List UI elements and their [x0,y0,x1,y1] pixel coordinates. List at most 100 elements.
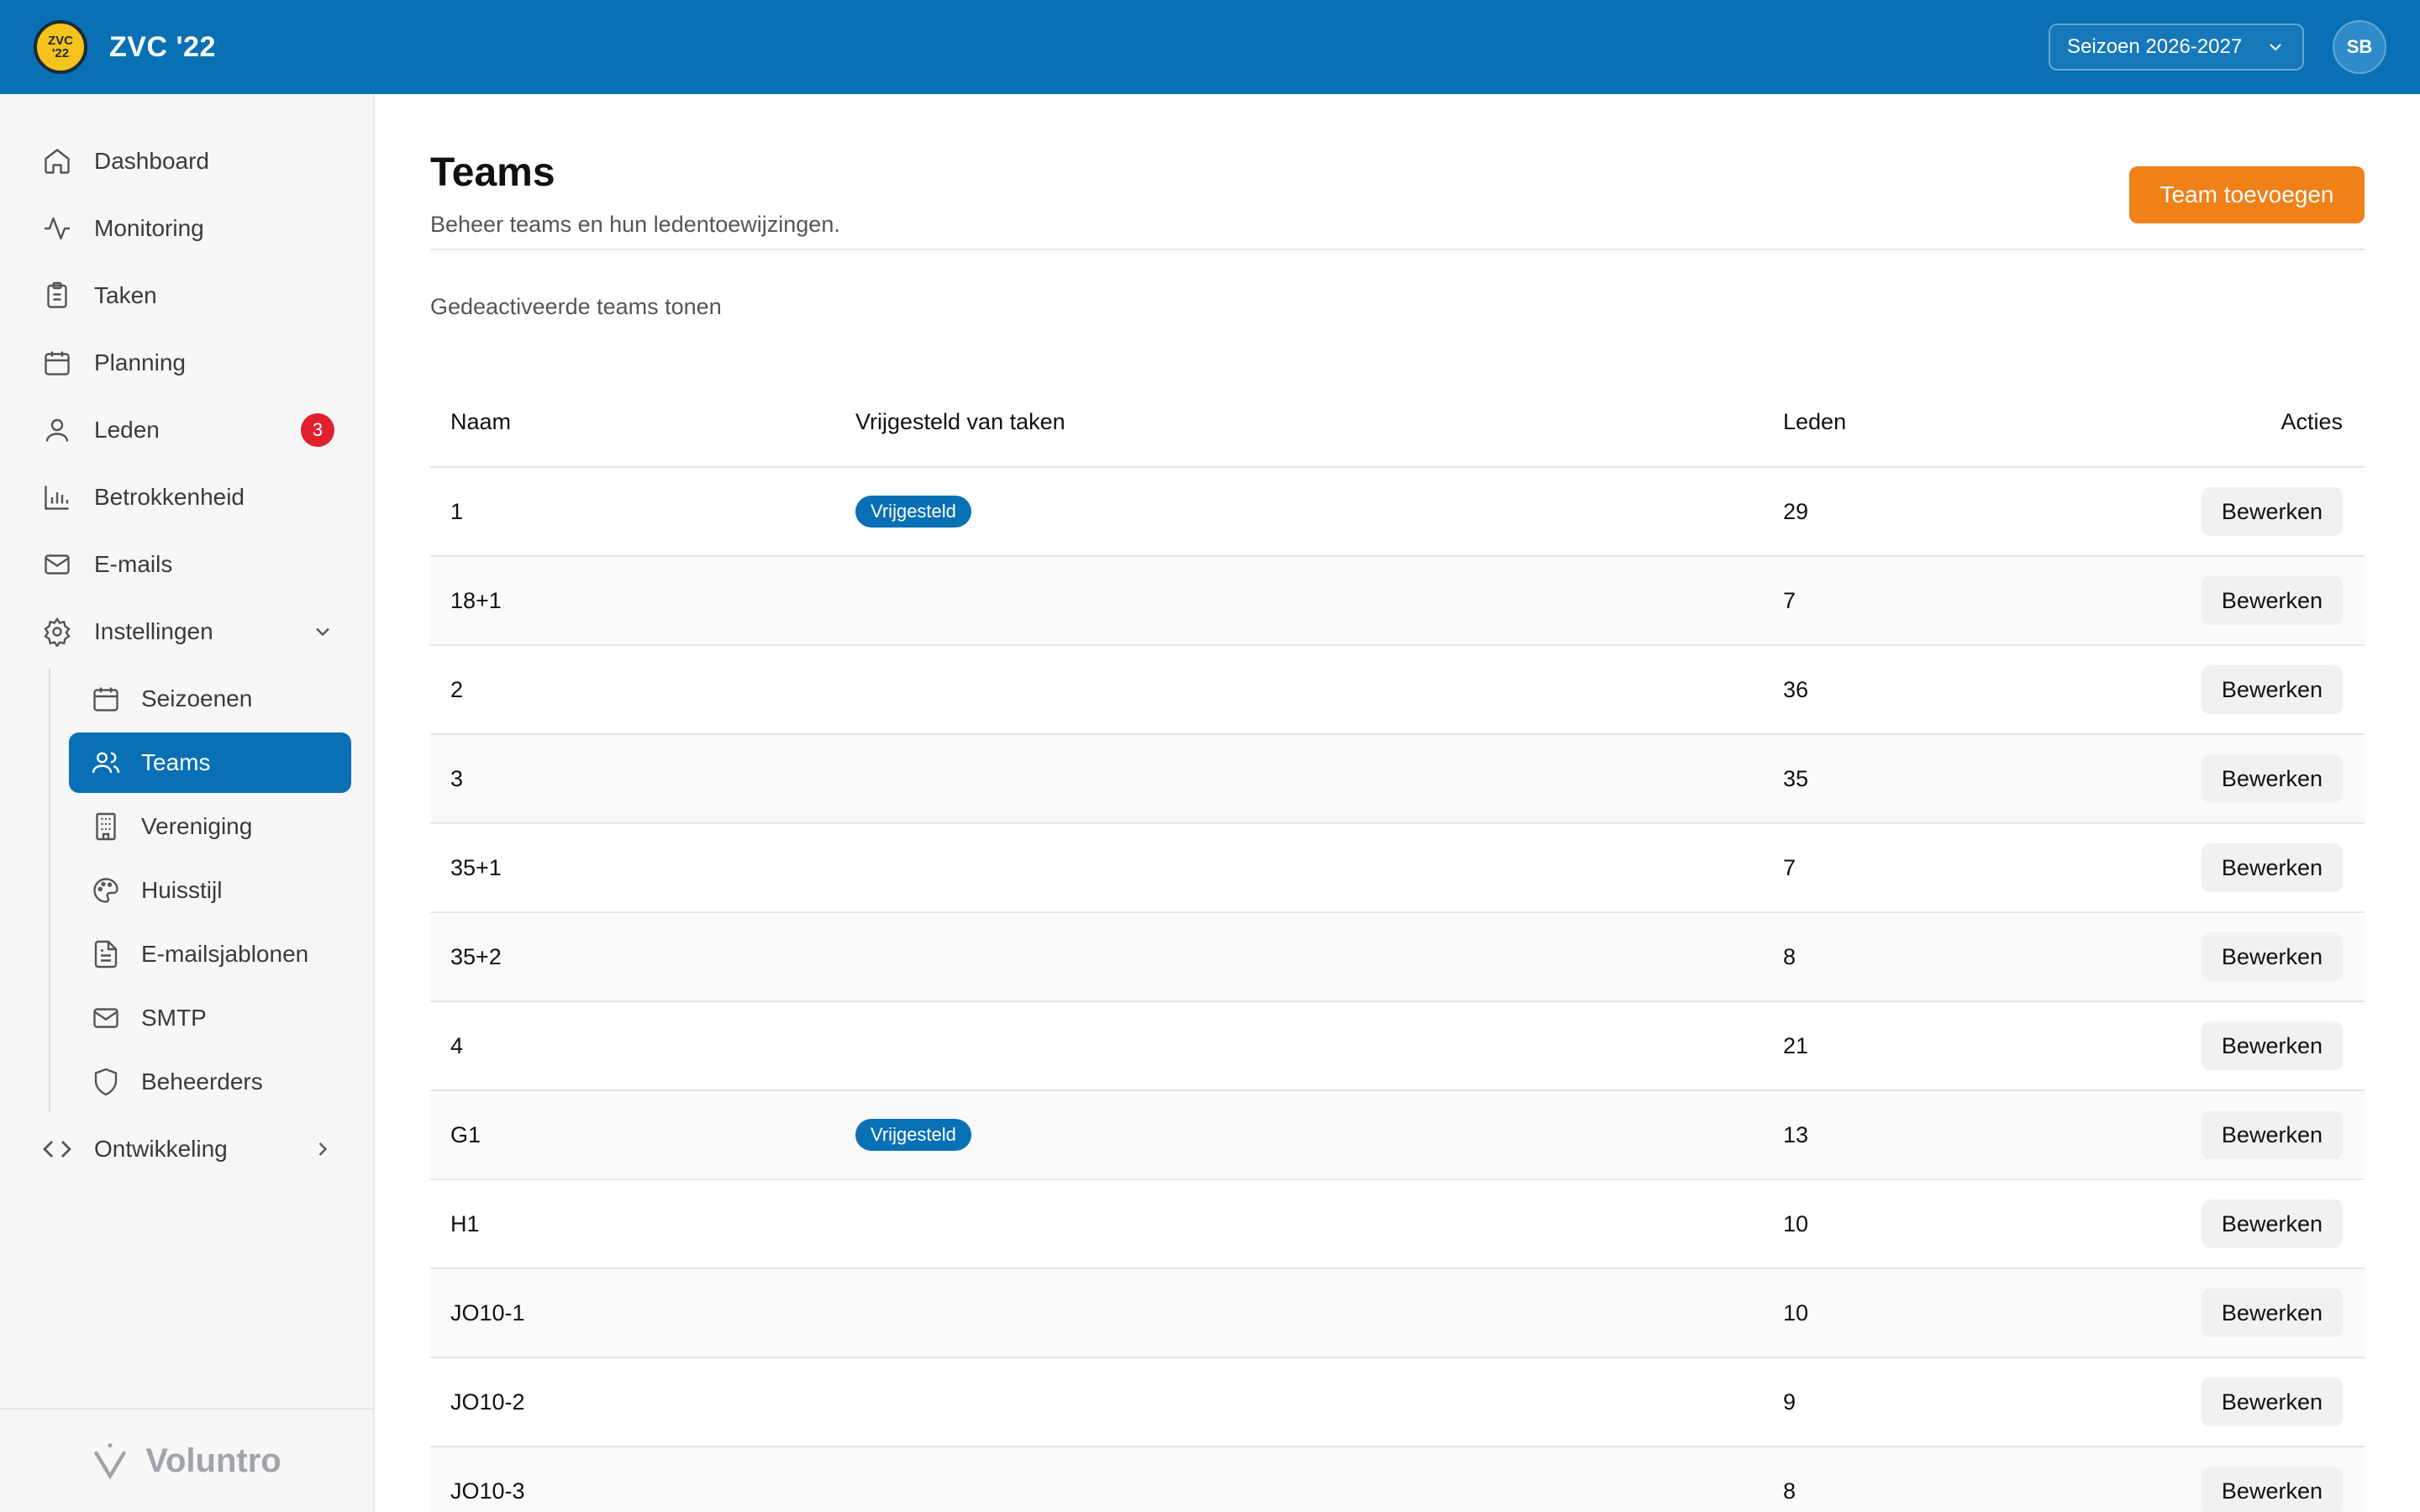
palette-icon [89,874,123,907]
user-avatar[interactable]: SB [2333,20,2386,74]
table-row[interactable]: 35+2 8 Bewerken [430,912,2365,1002]
exempt-cell [855,734,1783,824]
sidebar-item-betrokkenheid[interactable]: Betrokkenheid [0,464,373,531]
sidebar: Dashboard Monitoring Taken Planning Lede… [0,94,375,1512]
sidebar-item-instellingen[interactable]: Instellingen [0,598,373,665]
actions-cell: Bewerken [2035,734,2365,824]
member-count: 10 [1783,1179,2035,1269]
team-name: JO10-1 [430,1268,855,1358]
sidebar-item-label: Seizoenen [141,685,253,711]
page-header: Teams Beheer teams en hun ledentoewijzin… [430,94,2365,250]
edit-button[interactable]: Bewerken [2201,843,2343,892]
team-name: 35+2 [430,912,855,1002]
exempt-cell [855,645,1783,735]
sidebar-item-label: SMTP [141,1005,207,1031]
team-name: 3 [430,734,855,824]
file-text-icon [89,937,123,971]
column-header-naam[interactable]: Naam [430,378,855,468]
table-row[interactable]: 3 35 Bewerken [430,734,2365,824]
member-count: 29 [1783,467,2035,557]
activity-icon [40,212,74,245]
edit-button[interactable]: Bewerken [2201,1021,2343,1070]
sidebar-item-label: Ontwikkeling [94,1136,228,1162]
user-icon [40,413,74,447]
actions-cell: Bewerken [2035,1446,2365,1512]
table-row[interactable]: 1 Vrijgesteld 29 Bewerken [430,467,2365,557]
sidebar-item-smtp[interactable]: SMTP [69,988,351,1048]
sidebar-item-label: Taken [94,282,157,308]
sidebar-item-label: Dashboard [94,148,209,174]
table-row[interactable]: JO10-3 8 Bewerken [430,1446,2365,1512]
exempt-cell [855,556,1783,646]
top-bar: ZVC '22 ZVC '22 Seizoen 2026-2027 SB [0,0,2420,94]
club-logo[interactable]: ZVC '22 [34,20,87,74]
edit-button[interactable]: Bewerken [2201,1200,2343,1248]
table-row[interactable]: 18+1 7 Bewerken [430,556,2365,646]
edit-button[interactable]: Bewerken [2201,754,2343,803]
column-header-vrijgesteld[interactable]: Vrijgesteld van taken [855,378,1783,468]
add-team-button[interactable]: Team toevoegen [2129,166,2365,223]
exempt-badge: Vrijgesteld [855,496,971,528]
table-row[interactable]: H1 10 Bewerken [430,1179,2365,1269]
member-count: 7 [1783,823,2035,913]
edit-button[interactable]: Bewerken [2201,1110,2343,1159]
show-deactivated-toggle[interactable]: Gedeactiveerde teams tonen [430,294,2365,328]
table-row[interactable]: 35+1 7 Bewerken [430,823,2365,913]
sidebar-item-leden[interactable]: Leden 3 [0,396,373,464]
users-icon [89,746,123,780]
member-count: 35 [1783,734,2035,824]
calendar-icon [89,682,123,716]
team-name: 18+1 [430,556,855,646]
team-name: JO10-2 [430,1357,855,1447]
edit-button[interactable]: Bewerken [2201,1378,2343,1426]
team-name: 2 [430,645,855,735]
sidebar-item-emailsjablonen[interactable]: E-mailsjablonen [69,924,351,984]
exempt-cell: Vrijgesteld [855,467,1783,557]
actions-cell: Bewerken [2035,1268,2365,1358]
team-name: JO10-3 [430,1446,855,1512]
sidebar-item-ontwikkeling[interactable]: Ontwikkeling [0,1116,373,1183]
sidebar-item-vereniging[interactable]: Vereniging [69,796,351,857]
sidebar-item-label: Vereniging [141,813,253,839]
exempt-cell [855,1179,1783,1269]
shield-icon [89,1065,123,1099]
sidebar-item-teams[interactable]: Teams [69,732,351,793]
sidebar-item-label: Huisstijl [141,877,223,903]
edit-button[interactable]: Bewerken [2201,932,2343,981]
edit-button[interactable]: Bewerken [2201,487,2343,536]
calendar-icon [40,346,74,380]
sidebar-item-huisstijl[interactable]: Huisstijl [69,860,351,921]
member-count: 36 [1783,645,2035,735]
edit-button[interactable]: Bewerken [2201,665,2343,714]
sidebar-item-emails[interactable]: E-mails [0,531,373,598]
clipboard-icon [40,279,74,312]
table-row[interactable]: 2 36 Bewerken [430,645,2365,735]
edit-button[interactable]: Bewerken [2201,576,2343,625]
team-name: H1 [430,1179,855,1269]
sidebar-item-label: E-mails [94,551,173,577]
member-count: 9 [1783,1357,2035,1447]
season-select-value: Seizoen 2026-2027 [2067,35,2243,58]
sidebar-item-beheerders[interactable]: Beheerders [69,1052,351,1112]
sidebar-item-taken[interactable]: Taken [0,262,373,329]
sidebar-item-seizoenen[interactable]: Seizoenen [69,669,351,729]
sidebar-item-dashboard[interactable]: Dashboard [0,128,373,195]
sidebar-item-planning[interactable]: Planning [0,329,373,396]
team-name: 4 [430,1001,855,1091]
table-row[interactable]: JO10-2 9 Bewerken [430,1357,2365,1447]
column-header-leden[interactable]: Leden [1783,378,2035,468]
edit-button[interactable]: Bewerken [2201,1289,2343,1337]
sidebar-item-monitoring[interactable]: Monitoring [0,195,373,262]
sidebar-item-label: Monitoring [94,215,204,241]
chevron-down-icon [2265,37,2286,57]
sidebar-item-label: Leden [94,417,160,443]
table-row[interactable]: 4 21 Bewerken [430,1001,2365,1091]
season-select[interactable]: Seizoen 2026-2027 [2049,24,2304,71]
team-name: 1 [430,467,855,557]
table-row[interactable]: G1 Vrijgesteld 13 Bewerken [430,1090,2365,1180]
mail-icon [89,1001,123,1035]
table-row[interactable]: JO10-1 10 Bewerken [430,1268,2365,1358]
sidebar-item-label: Teams [141,749,211,775]
sidebar-item-label: Planning [94,349,186,375]
edit-button[interactable]: Bewerken [2201,1467,2343,1512]
